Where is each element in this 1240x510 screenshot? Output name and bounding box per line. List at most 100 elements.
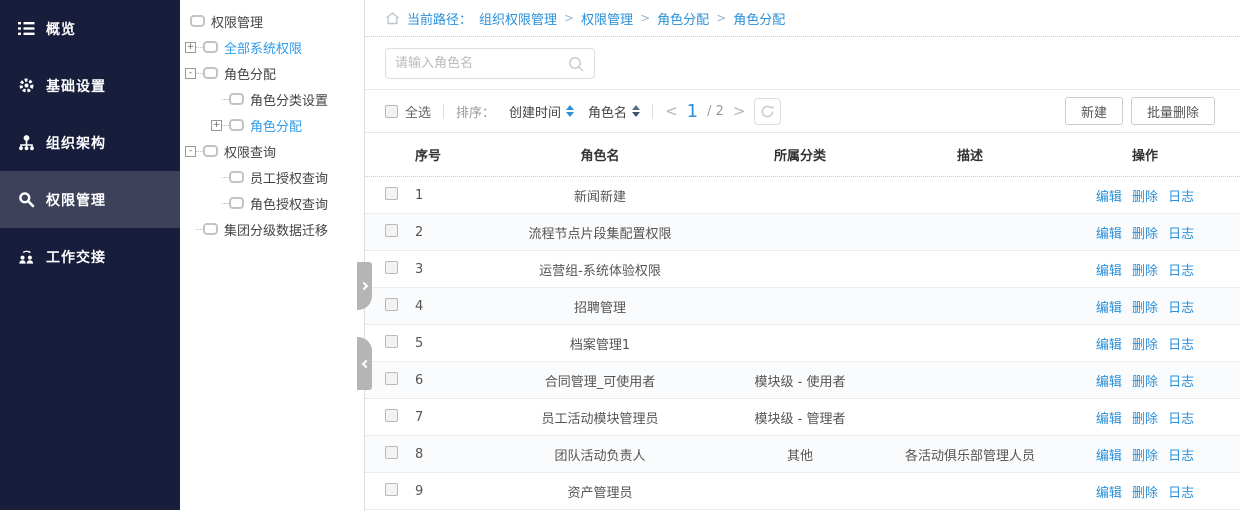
roles-table: 序号 角色名 所属分类 描述 操作 1 新闻新建 编辑 删除: [365, 133, 1240, 510]
sidebar-item-overview[interactable]: 概览: [0, 0, 180, 57]
search-icon[interactable]: [567, 55, 585, 73]
log-link[interactable]: 日志: [1168, 190, 1194, 205]
tree-item-employee-auth-query[interactable]: 员工授权查询: [180, 164, 364, 190]
row-checkbox[interactable]: [385, 483, 398, 496]
tree-item-role-assignment-child[interactable]: + 角色分配: [180, 112, 364, 138]
edit-link[interactable]: 编辑: [1096, 338, 1122, 353]
tree-expander-icon[interactable]: -: [185, 146, 196, 157]
delete-link[interactable]: 删除: [1132, 412, 1158, 427]
tree-item-all-system-permissions[interactable]: + 全部系统权限: [180, 34, 364, 60]
log-link[interactable]: 日志: [1168, 449, 1194, 464]
cell-actions: 编辑 删除 日志: [1080, 186, 1210, 205]
delete-link[interactable]: 删除: [1132, 375, 1158, 390]
gear-icon: [18, 77, 35, 94]
collapse-handle-expand[interactable]: [357, 262, 372, 310]
tree-expander-icon[interactable]: +: [185, 42, 196, 53]
tree-node-icon: [229, 93, 244, 105]
cell-actions: 编辑 删除 日志: [1080, 260, 1210, 279]
tree-node-icon: [229, 119, 244, 131]
breadcrumb-link-permission-management[interactable]: 权限管理: [581, 9, 633, 28]
cell-role-name: 合同管理_可使用者: [460, 371, 740, 390]
cell-role-name: 资产管理员: [460, 482, 740, 501]
tree-item-permission-management[interactable]: 权限管理: [180, 8, 364, 34]
table-row: 9 资产管理员 编辑 删除 日志: [365, 473, 1240, 510]
cell-actions: 编辑 删除 日志: [1080, 297, 1210, 316]
tree-item-permission-query[interactable]: - 权限查询: [180, 138, 364, 164]
sidebar-item-org-structure[interactable]: 组织架构: [0, 114, 180, 171]
cell-category: 其他: [740, 445, 860, 464]
log-link[interactable]: 日志: [1168, 412, 1194, 427]
header-role-name: 角色名: [460, 145, 740, 164]
row-checkbox[interactable]: [385, 409, 398, 422]
tree-node-icon: [203, 223, 218, 235]
sort-by-create-time[interactable]: 创建时间: [509, 102, 574, 121]
prev-page-button[interactable]: <: [665, 102, 678, 120]
tree-item-role-assignment[interactable]: - 角色分配: [180, 60, 364, 86]
cell-role-name: 新闻新建: [460, 186, 740, 205]
edit-link[interactable]: 编辑: [1096, 264, 1122, 279]
edit-link[interactable]: 编辑: [1096, 449, 1122, 464]
breadcrumb-link-org-permission[interactable]: 组织权限管理: [479, 9, 557, 28]
delete-link[interactable]: 删除: [1132, 190, 1158, 205]
edit-link[interactable]: 编辑: [1096, 190, 1122, 205]
cell-seq: 8: [415, 447, 460, 462]
table-row: 7 员工活动模块管理员 模块级 - 管理者 编辑 删除 日志: [365, 399, 1240, 436]
org-chart-icon: [18, 134, 35, 151]
sidebar-item-label: 组织架构: [46, 133, 106, 153]
tree-expander-icon[interactable]: +: [211, 120, 222, 131]
tree-node-icon: [203, 67, 218, 79]
row-checkbox[interactable]: [385, 224, 398, 237]
log-link[interactable]: 日志: [1168, 486, 1194, 501]
delete-link[interactable]: 删除: [1132, 301, 1158, 316]
tree-expander-icon[interactable]: -: [185, 68, 196, 79]
sidebar-item-basic-settings[interactable]: 基础设置: [0, 57, 180, 114]
search-input[interactable]: [395, 56, 567, 71]
cell-seq: 1: [415, 188, 460, 203]
tree-item-role-category-settings[interactable]: 角色分类设置: [180, 86, 364, 112]
delete-link[interactable]: 删除: [1132, 264, 1158, 279]
row-checkbox[interactable]: [385, 298, 398, 311]
sidebar-item-permission-management[interactable]: 权限管理: [0, 171, 180, 228]
sidebar-item-label: 基础设置: [46, 76, 106, 96]
edit-link[interactable]: 编辑: [1096, 486, 1122, 501]
row-checkbox[interactable]: [385, 446, 398, 459]
delete-link[interactable]: 删除: [1132, 338, 1158, 353]
total-pages: / 2: [707, 104, 724, 119]
batch-delete-button[interactable]: 批量删除: [1131, 97, 1215, 125]
new-button[interactable]: 新建: [1065, 97, 1123, 125]
tree-item-group-data-migration[interactable]: 集团分级数据迁移: [180, 216, 364, 242]
collapse-handle-collapse[interactable]: [357, 337, 372, 390]
edit-link[interactable]: 编辑: [1096, 375, 1122, 390]
edit-link[interactable]: 编辑: [1096, 227, 1122, 242]
row-checkbox[interactable]: [385, 261, 398, 274]
chevron-right-icon: [359, 282, 367, 290]
table-row: 6 合同管理_可使用者 模块级 - 使用者 编辑 删除 日志: [365, 362, 1240, 399]
sort-by-role-name[interactable]: 角色名: [588, 102, 640, 121]
cell-seq: 2: [415, 225, 460, 240]
delete-link[interactable]: 删除: [1132, 486, 1158, 501]
breadcrumb-separator: >: [716, 11, 726, 25]
delete-link[interactable]: 删除: [1132, 227, 1158, 242]
next-page-button[interactable]: >: [733, 102, 746, 120]
row-checkbox[interactable]: [385, 187, 398, 200]
edit-link[interactable]: 编辑: [1096, 301, 1122, 316]
tree-item-role-auth-query[interactable]: 角色授权查询: [180, 190, 364, 216]
divider: [652, 104, 653, 119]
delete-link[interactable]: 删除: [1132, 449, 1158, 464]
breadcrumb-link-role-assignment-2[interactable]: 角色分配: [733, 9, 785, 28]
header-category: 所属分类: [740, 145, 860, 164]
refresh-button[interactable]: [754, 98, 781, 125]
breadcrumb-link-role-assignment[interactable]: 角色分配: [657, 9, 709, 28]
sort-arrows-icon: [632, 105, 640, 117]
row-checkbox[interactable]: [385, 335, 398, 348]
log-link[interactable]: 日志: [1168, 301, 1194, 316]
log-link[interactable]: 日志: [1168, 338, 1194, 353]
log-link[interactable]: 日志: [1168, 227, 1194, 242]
log-link[interactable]: 日志: [1168, 375, 1194, 390]
edit-link[interactable]: 编辑: [1096, 412, 1122, 427]
log-link[interactable]: 日志: [1168, 264, 1194, 279]
select-all-checkbox[interactable]: [385, 105, 398, 118]
row-checkbox[interactable]: [385, 372, 398, 385]
sidebar-item-work-handover[interactable]: 工作交接: [0, 228, 180, 285]
sidebar-item-label: 权限管理: [46, 190, 106, 210]
